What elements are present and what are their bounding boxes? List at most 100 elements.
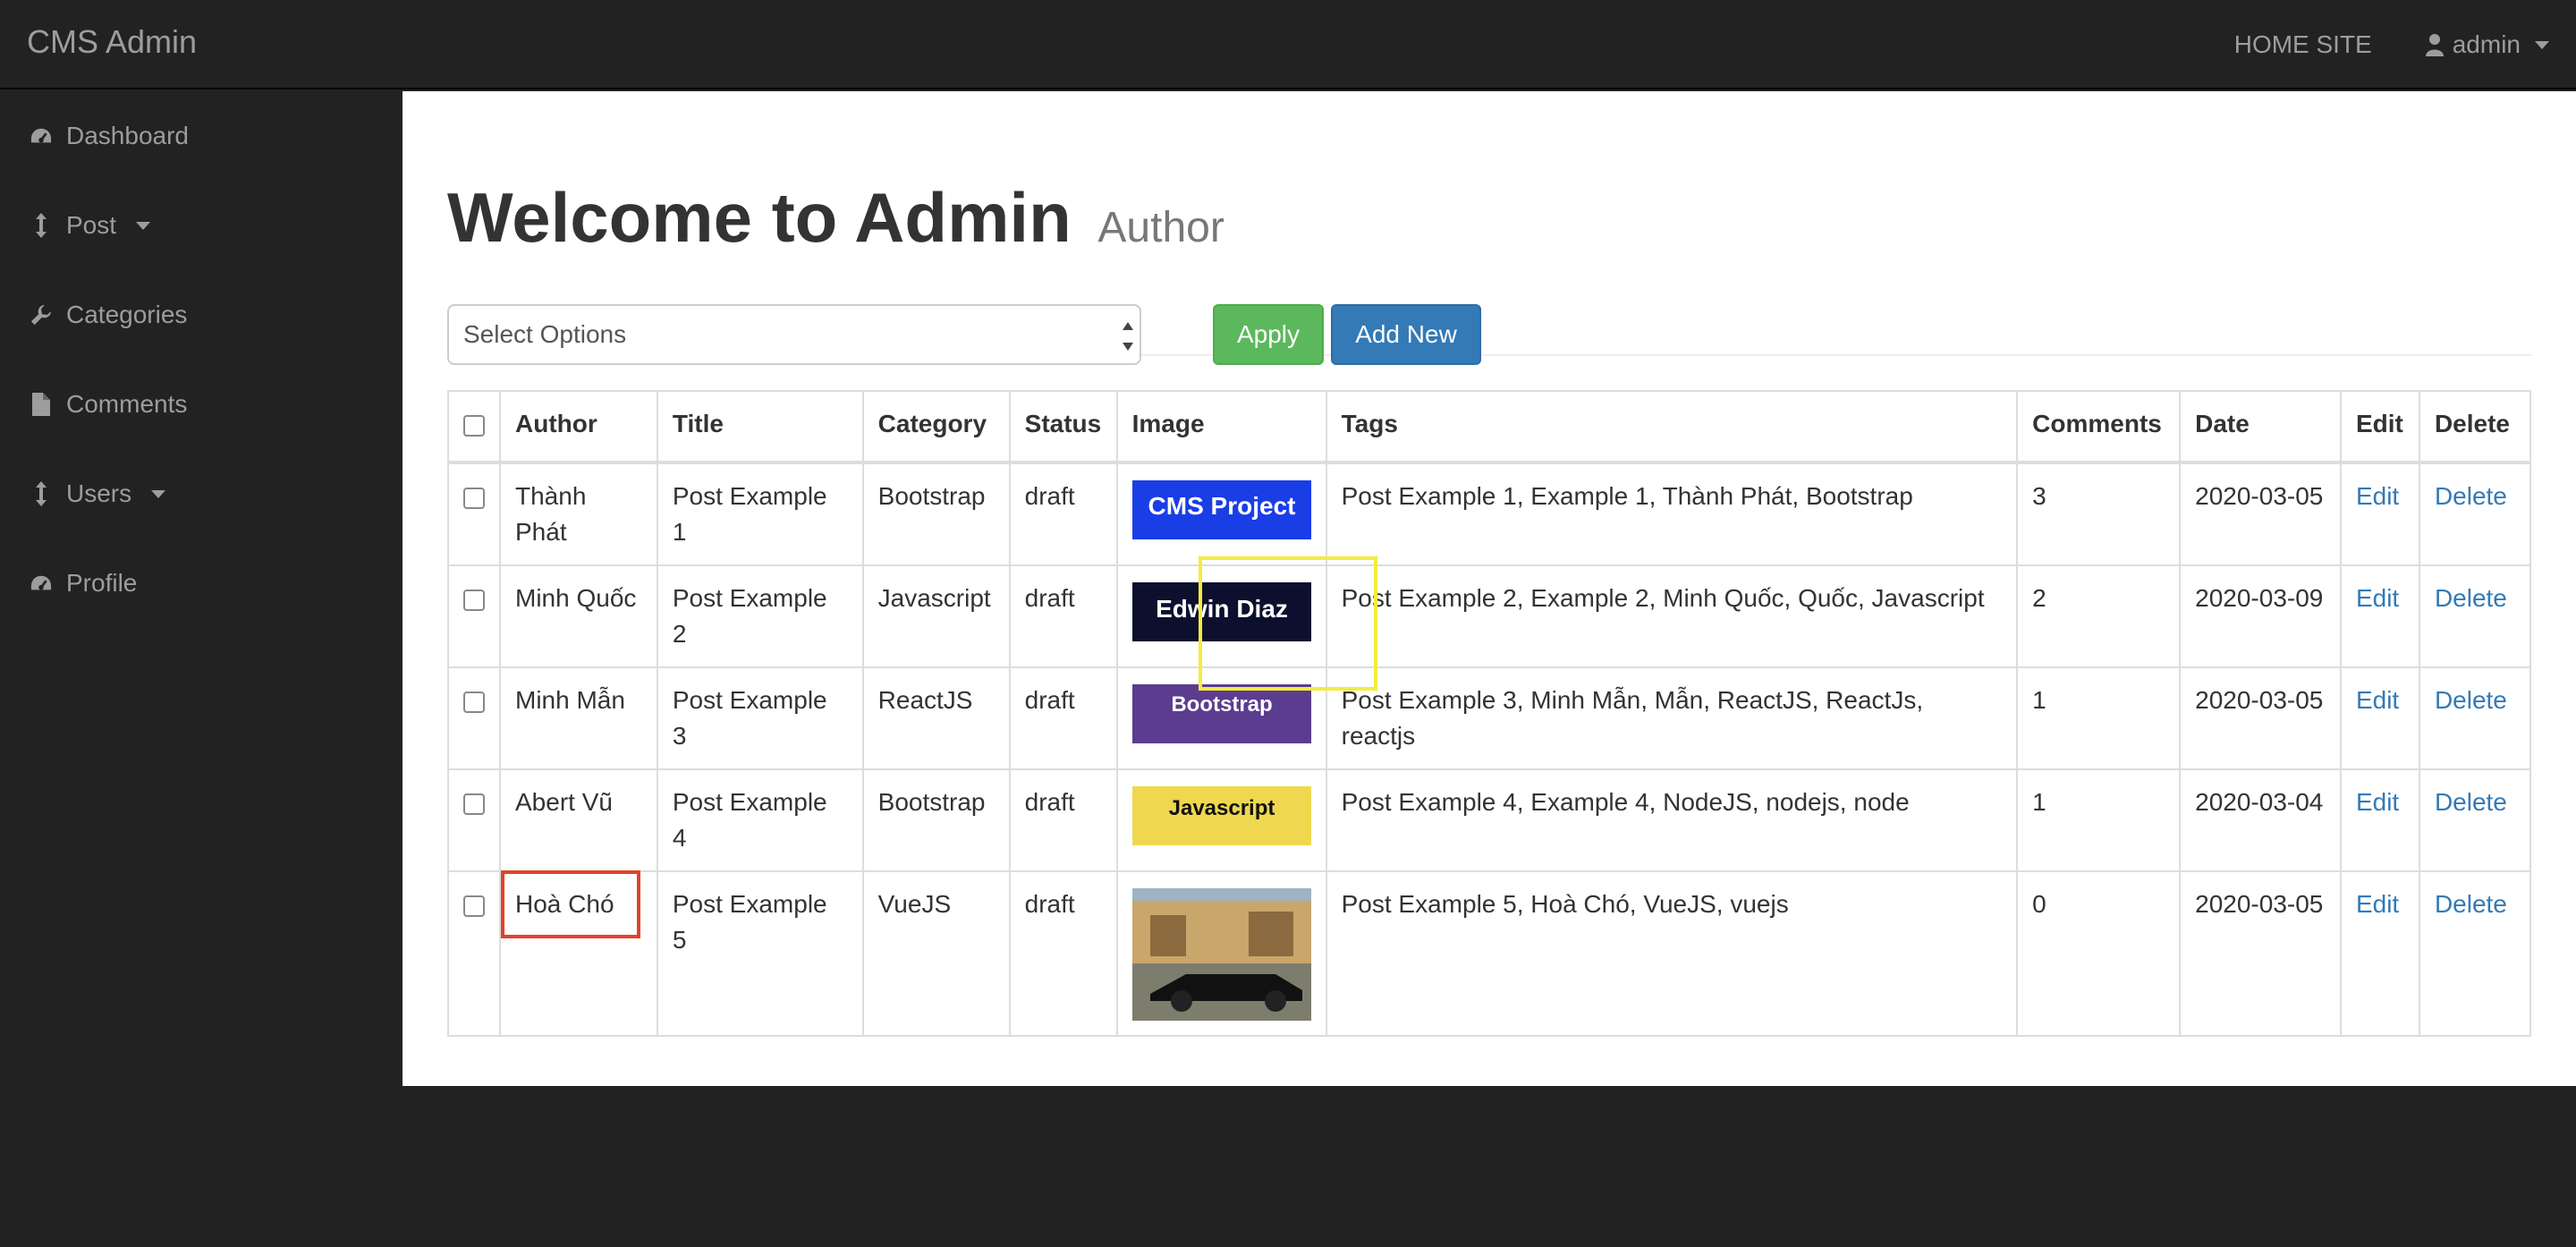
- arrows-v-icon: [30, 481, 52, 506]
- column-header: Category: [861, 390, 1011, 464]
- sidebar-item-label: Categories: [66, 301, 188, 328]
- thumbnail-text: CMS Project: [1148, 492, 1295, 520]
- delete-link[interactable]: Delete: [2435, 788, 2507, 816]
- home-site-link[interactable]: HOME SITE: [2234, 30, 2372, 59]
- post-thumbnail: [1131, 888, 1311, 1021]
- comments-cell: 2: [2016, 564, 2182, 668]
- row-checkbox[interactable]: [463, 793, 485, 815]
- date-cell: 2020-03-05: [2179, 870, 2342, 1037]
- status-cell: draft: [1008, 462, 1118, 566]
- table-row: Minh Quốc Post Example 2 Javascript draf…: [447, 564, 2532, 668]
- sidebar-item-label: Post: [66, 211, 117, 239]
- category-cell: Bootstrap: [861, 462, 1011, 566]
- column-header: Author: [499, 390, 658, 464]
- tags-cell: Post Example 5, Hoà Chó, VueJS, vuejs: [1325, 870, 2019, 1037]
- category-cell: Bootstrap: [861, 768, 1011, 872]
- chevron-down-icon: [151, 489, 166, 498]
- status-cell: draft: [1008, 768, 1118, 872]
- delete-link[interactable]: Delete: [2435, 482, 2507, 510]
- comments-cell: 3: [2016, 462, 2182, 566]
- column-header: Date: [2179, 390, 2342, 464]
- top-navbar: CMS Admin HOME SITE admin: [0, 0, 2576, 89]
- row-checkbox[interactable]: [463, 691, 485, 713]
- sidebar: Dashboard Post Categories Comments Users…: [0, 91, 402, 1247]
- select-value: Select Options: [463, 320, 627, 348]
- select-all-checkbox[interactable]: [463, 415, 485, 437]
- date-cell: 2020-03-04: [2179, 768, 2342, 872]
- edit-link[interactable]: Edit: [2356, 584, 2399, 612]
- thumbnail-text: Javascript: [1168, 796, 1275, 820]
- user-icon: [2425, 34, 2444, 56]
- column-header: Edit: [2339, 390, 2420, 464]
- sidebar-item-dashboard[interactable]: Dashboard: [30, 118, 189, 154]
- select-all-cell: [447, 390, 501, 464]
- column-header: Status: [1008, 390, 1118, 464]
- sidebar-item-profile[interactable]: Profile: [30, 565, 137, 601]
- delete-link[interactable]: Delete: [2435, 890, 2507, 918]
- tags-cell: Post Example 4, Example 4, NodeJS, nodej…: [1325, 768, 2019, 872]
- tags-cell: Post Example 3, Minh Mẫn, Mẫn, ReactJS, …: [1325, 666, 2019, 770]
- author-cell: Minh Quốc: [499, 564, 658, 668]
- edit-link[interactable]: Edit: [2356, 686, 2399, 714]
- dashboard-icon: [30, 123, 52, 148]
- sidebar-item-users[interactable]: Users: [30, 476, 166, 512]
- edit-link[interactable]: Edit: [2356, 788, 2399, 816]
- brand-link[interactable]: CMS Admin: [27, 23, 197, 61]
- title-cell: Post Example 5: [656, 870, 864, 1037]
- author-cell: Abert Vũ: [499, 768, 658, 872]
- row-checkbox[interactable]: [463, 895, 485, 917]
- sidebar-item-label: Profile: [66, 569, 138, 597]
- page-title: Welcome to Admin Author: [447, 177, 1224, 259]
- column-header: Image: [1115, 390, 1327, 464]
- user-name: admin: [2452, 30, 2521, 58]
- page-subtitle: Author: [1097, 204, 1224, 251]
- category-cell: VueJS: [861, 870, 1011, 1037]
- highlight-box-red: [501, 870, 640, 938]
- comments-cell: 1: [2016, 768, 2182, 872]
- date-cell: 2020-03-09: [2179, 564, 2342, 668]
- edit-link[interactable]: Edit: [2356, 482, 2399, 510]
- apply-button[interactable]: Apply: [1213, 304, 1324, 365]
- row-checkbox[interactable]: [463, 488, 485, 509]
- category-cell: ReactJS: [861, 666, 1011, 770]
- sidebar-item-categories[interactable]: Categories: [30, 297, 187, 333]
- edit-link[interactable]: Edit: [2356, 890, 2399, 918]
- column-header: Title: [656, 390, 864, 464]
- highlight-box-yellow: [1199, 556, 1377, 691]
- status-cell: draft: [1008, 870, 1118, 1037]
- delete-link[interactable]: Delete: [2435, 584, 2507, 612]
- date-cell: 2020-03-05: [2179, 462, 2342, 566]
- author-cell: Thành Phát: [499, 462, 658, 566]
- status-cell: draft: [1008, 666, 1118, 770]
- sidebar-item-label: Comments: [66, 390, 188, 418]
- add-new-button[interactable]: Add New: [1331, 304, 1481, 365]
- table-row: Abert Vũ Post Example 4 Bootstrap draft …: [447, 768, 2532, 872]
- file-icon: [30, 392, 52, 417]
- title-cell: Post Example 2: [656, 564, 864, 668]
- column-header: Tags: [1325, 390, 2019, 464]
- delete-link[interactable]: Delete: [2435, 686, 2507, 714]
- table-row: Thành Phát Post Example 1 Bootstrap draf…: [447, 462, 2532, 566]
- post-thumbnail: Bootstrap: [1131, 684, 1311, 743]
- main-content: Welcome to Admin Author Select Options A…: [402, 91, 2576, 1086]
- row-checkbox[interactable]: [463, 590, 485, 611]
- tags-cell: Post Example 1, Example 1, Thành Phát, B…: [1325, 462, 2019, 566]
- thumbnail-text: Bootstrap: [1171, 692, 1272, 717]
- comments-cell: 1: [2016, 666, 2182, 770]
- sidebar-item-comments[interactable]: Comments: [30, 386, 187, 422]
- title-cell: Post Example 1: [656, 462, 864, 566]
- chevron-down-icon: [2535, 40, 2549, 49]
- category-cell: Javascript: [861, 564, 1011, 668]
- column-header: Comments: [2016, 390, 2182, 464]
- comments-cell: 0: [2016, 870, 2182, 1037]
- author-cell: Minh Mẫn: [499, 666, 658, 770]
- posts-table: Author Title Category Status Image Tags …: [447, 390, 2532, 1037]
- tags-cell: Post Example 2, Example 2, Minh Quốc, Qu…: [1325, 564, 2019, 668]
- status-cell: draft: [1008, 564, 1118, 668]
- page-title-text: Welcome to Admin: [447, 178, 1072, 257]
- wrench-icon: [30, 302, 52, 327]
- bulk-options-select[interactable]: Select Options: [447, 304, 1141, 365]
- user-menu[interactable]: admin: [2425, 30, 2549, 59]
- post-thumbnail: Javascript: [1131, 786, 1311, 845]
- sidebar-item-post[interactable]: Post: [30, 208, 151, 243]
